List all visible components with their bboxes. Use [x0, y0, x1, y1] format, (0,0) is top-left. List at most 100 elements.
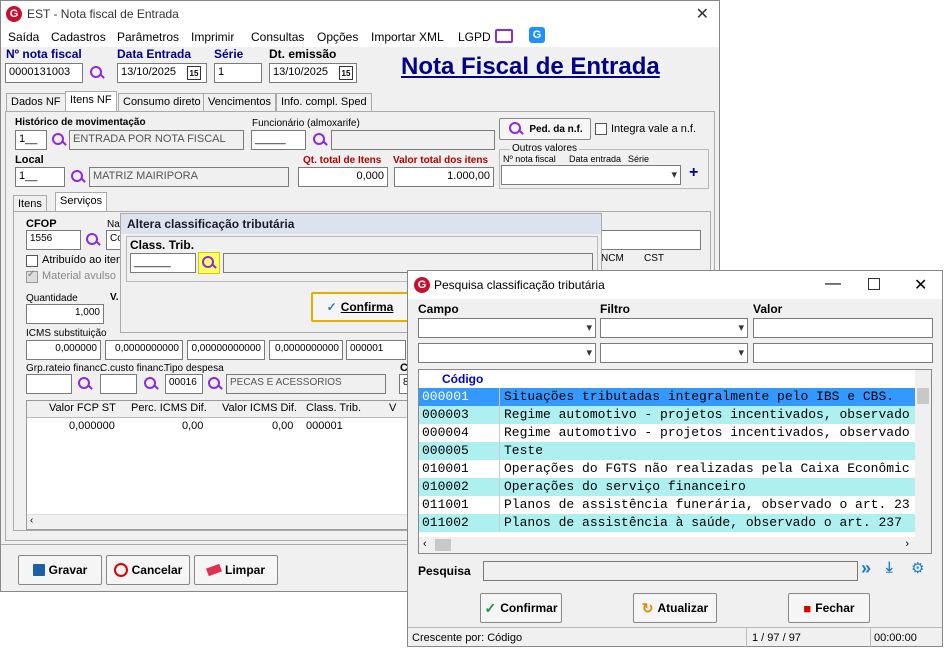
monitor-icon[interactable]	[495, 29, 513, 43]
valor-field-1[interactable]	[753, 318, 933, 338]
menu-consultas[interactable]: Consultas	[251, 30, 304, 44]
icms-field-2[interactable]: 0,0000000000	[105, 340, 183, 360]
menu-opcoes[interactable]: Opções	[317, 30, 358, 44]
tab-consumo-direto[interactable]: Consumo direto	[118, 93, 206, 111]
outros-col-data: Data entrada	[569, 154, 622, 164]
menu-cadastros[interactable]: Cadastros	[51, 30, 106, 44]
table-row[interactable]: 010001 Operações do FGTS não realizadas p…	[419, 460, 915, 478]
table-row[interactable]: 000005 Teste	[419, 442, 915, 460]
icms-field-3[interactable]: 0,00000000000	[187, 340, 265, 360]
grid-row[interactable]: 0,000000 0,00 0,00 000001	[27, 418, 412, 434]
cfop-field[interactable]: 1556	[26, 230, 81, 250]
vscroll-thumb[interactable]	[917, 388, 929, 404]
grid-col-v[interactable]: V	[389, 402, 396, 414]
row-code: 011001	[422, 497, 469, 512]
g-app-icon[interactable]: G	[529, 27, 545, 43]
pesquisa-label: Pesquisa	[418, 564, 471, 578]
filtro-dropdown-1[interactable]	[600, 318, 748, 338]
table-row[interactable]: 000001 Situações tributadas integralmente…	[419, 388, 915, 406]
table-row[interactable]: 010002 Operações do serviço financeiro	[419, 478, 915, 496]
tipo-despesa-code[interactable]: 00016	[165, 374, 203, 394]
class-trib-search-button[interactable]	[198, 252, 220, 274]
confirma-button[interactable]: ✓ Confirma	[311, 292, 409, 322]
limpar-button[interactable]: Limpar	[194, 555, 278, 585]
minimize-icon[interactable]: —	[825, 275, 841, 293]
results-vscrollbar[interactable]	[915, 370, 931, 538]
tab-itens-nf[interactable]: Itens NF	[65, 91, 117, 111]
icms-field-4[interactable]: 0,0000000000	[269, 340, 343, 360]
hscroll-left-icon[interactable]: ‹	[423, 538, 427, 550]
outros-valores-dropdown[interactable]	[501, 165, 681, 185]
results-hscrollbar[interactable]: ‹ ›	[419, 537, 931, 553]
ped-nf-button[interactable]: Ped. da n.f.	[499, 118, 591, 140]
maximize-icon[interactable]	[868, 278, 880, 290]
hscroll-thumb[interactable]	[435, 539, 451, 551]
expand-down-icon[interactable]: ⤓	[886, 559, 893, 576]
grid-col-valor[interactable]: Valor ICMS Dif.	[222, 402, 297, 414]
ccusto-field[interactable]	[100, 374, 137, 394]
gravar-button[interactable]: Gravar	[18, 555, 102, 585]
search-historico-icon[interactable]	[50, 131, 68, 149]
grid-col-fcp[interactable]: Valor FCP ST	[49, 402, 116, 414]
calendar-emissao-icon[interactable]: 15	[339, 66, 353, 80]
table-row[interactable]: 000003 Regime automotivo - projetos incen…	[419, 406, 915, 424]
tab-vencimentos[interactable]: Vencimentos	[203, 93, 276, 111]
grid-col-class[interactable]: Class. Trib.	[306, 402, 361, 414]
fechar-button[interactable]: ■ Fechar	[788, 593, 870, 623]
table-row[interactable]: 011002 Planos de assistência à saúde, obs…	[419, 514, 915, 532]
right-extra-field[interactable]	[601, 230, 701, 250]
cancelar-button[interactable]: Cancelar	[106, 555, 190, 585]
menu-saida[interactable]: Saída	[8, 30, 39, 44]
search-cfop-icon[interactable]	[84, 231, 102, 249]
close-icon[interactable]: ✕	[696, 4, 709, 24]
icms-field-5[interactable]: 000001	[346, 340, 406, 360]
icms-field-1[interactable]: 0,000000	[26, 340, 101, 360]
menu-lgpd[interactable]: LGPD	[458, 30, 491, 44]
filtro-dropdown-2[interactable]	[600, 343, 748, 363]
atribuido-checkbox[interactable]	[26, 255, 38, 267]
campo-dropdown-1[interactable]	[418, 318, 596, 338]
class-trib-field[interactable]: ______	[130, 253, 196, 273]
historico-code-field[interactable]: 1__	[15, 130, 47, 150]
search-tipo-icon[interactable]	[206, 375, 224, 393]
menu-parametros[interactable]: Parâmetros	[117, 30, 179, 44]
funcionario-code-field[interactable]: _____	[251, 130, 306, 150]
cancelar-label: Cancelar	[131, 563, 183, 577]
col-codigo-header[interactable]: Código	[442, 372, 483, 386]
campo-dropdown-2[interactable]	[418, 343, 596, 363]
search-funcionario-icon[interactable]	[311, 131, 329, 149]
table-row[interactable]: 011001 Planos de assistência funerária, o…	[419, 496, 915, 514]
settings-gear-icon[interactable]: ⚙	[911, 559, 924, 577]
valor-field-2[interactable]	[753, 343, 933, 363]
serie-field[interactable]: 1	[214, 63, 262, 83]
search-grp-icon[interactable]	[76, 375, 94, 393]
grid-hscrollbar[interactable]: ‹	[27, 514, 412, 529]
add-icon[interactable]: +	[689, 164, 698, 182]
pesquisa-close-icon[interactable]: ✕	[914, 275, 927, 295]
hscroll-right-icon[interactable]: ›	[905, 538, 909, 550]
historico-desc-field: ENTRADA POR NOTA FISCAL	[69, 130, 244, 150]
search-local-icon[interactable]	[69, 168, 87, 186]
table-row[interactable]: 000004 Regime automotivo - projetos incen…	[419, 424, 915, 442]
tab-info-compl[interactable]: Info. compl. Sped	[276, 93, 372, 111]
confirmar-button[interactable]: ✓ Confirmar	[480, 593, 562, 623]
menu-imprimir[interactable]: Imprimir	[191, 30, 234, 44]
quantidade-field[interactable]: 1,000	[26, 304, 104, 324]
expand-all-icon[interactable]: »	[861, 558, 871, 579]
nf-number-field[interactable]: 0000131003	[5, 63, 83, 83]
search-nf-icon[interactable]	[88, 64, 106, 82]
menu-importar-xml[interactable]: Importar XML	[371, 30, 444, 44]
scroll-left-icon[interactable]: ‹	[30, 515, 33, 526]
tab-dados-nf[interactable]: Dados NF	[6, 93, 66, 111]
integra-checkbox[interactable]	[595, 123, 607, 135]
atualizar-button[interactable]: ↻ Atualizar	[633, 593, 717, 623]
grid-col-perc[interactable]: Perc. ICMS Dif.	[131, 402, 207, 414]
pesquisa-field[interactable]	[483, 561, 858, 581]
grp-rateio-field[interactable]	[26, 374, 72, 394]
search-ccusto-icon[interactable]	[142, 375, 160, 393]
subtab-servicos[interactable]: Serviços	[55, 192, 108, 212]
row-description: Operações do serviço financeiro	[504, 479, 746, 494]
local-code-field[interactable]: 1__	[15, 167, 65, 187]
calendar-entrada-icon[interactable]: 15	[187, 66, 201, 80]
row-code: 000004	[422, 425, 469, 440]
